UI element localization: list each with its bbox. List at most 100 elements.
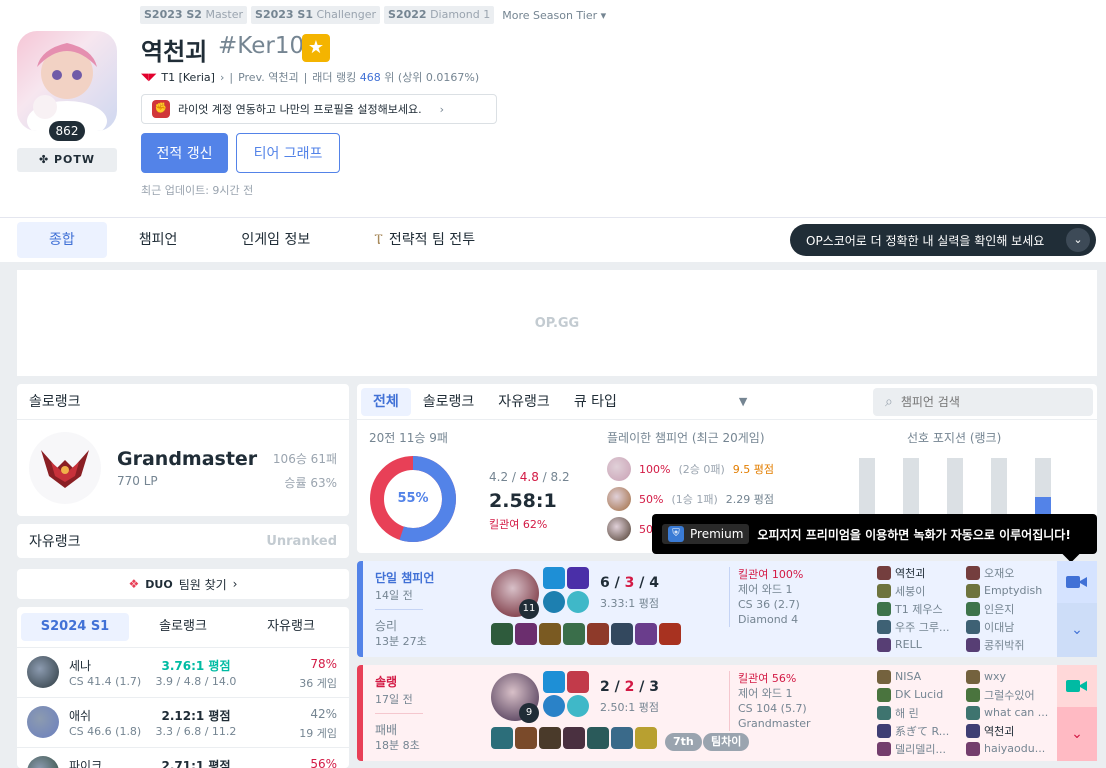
played-champion[interactable]: 100% (2승 0패) 9.5 평점	[607, 457, 774, 481]
player-entry[interactable]: Emptydish	[966, 583, 1042, 598]
video-add-icon[interactable]	[1057, 561, 1097, 603]
ad-banner[interactable]: OP.GG	[17, 270, 1097, 376]
player-entry[interactable]: 역천괴	[877, 565, 949, 580]
champion-kda-detail: 3.9 / 4.8 / 14.0	[155, 675, 237, 688]
player-entry[interactable]: what can ...	[966, 705, 1048, 720]
chevron-right-icon: ›	[439, 102, 445, 116]
player-entry[interactable]: 이대남	[966, 619, 1042, 634]
caret-down-icon: ▾	[600, 8, 607, 22]
season-badge[interactable]: S2023 S2 Master	[140, 6, 248, 24]
player-entry[interactable]: 콩쥐박쥐	[966, 637, 1042, 652]
solo-winrate: 승률 63%	[284, 476, 337, 490]
opscore-banner[interactable]: OP스코어로 더 정확한 내 실력을 확인해 보세요 ⌄	[790, 224, 1096, 256]
last-updated: 최근 업데이트: 9시간 전	[141, 184, 254, 197]
champion-portrait-icon	[966, 583, 980, 598]
team-list: 오재오 Emptydish 인은지이대남콩쥐박쥐	[966, 565, 1042, 652]
player-entry[interactable]: RELL	[877, 637, 949, 652]
champion-portrait-icon	[607, 457, 631, 481]
item-icon	[515, 623, 537, 645]
profile-tabs: 종합 챔피언 인게임 정보 Ⲧ 전략적 팀 전투	[17, 222, 507, 258]
item-icon	[539, 727, 561, 749]
duo-finder-button[interactable]: ❖ DUO 팀원 찾기 ›	[17, 569, 349, 599]
item-icon	[587, 727, 609, 749]
tab-champions[interactable]: 챔피언	[107, 222, 210, 258]
champion-winrate: 78%	[310, 657, 337, 671]
match-kda: 6 / 3 / 4	[600, 575, 659, 591]
champion-name: 애쉬	[69, 709, 92, 723]
team-link[interactable]: T1 [Keria]	[161, 71, 215, 84]
summoner-level: 862	[49, 121, 85, 141]
player-entry[interactable]: 오재오	[966, 565, 1042, 580]
tab-solo[interactable]: 솔로랭크	[129, 613, 237, 641]
tab-queue-type[interactable]: 큐 타입	[562, 388, 629, 416]
played-champions-title: 플레이한 챔피언 (최근 20게임)	[607, 431, 765, 445]
season-stat-tabs: S2024 S1 솔로랭크 자유랭크	[17, 607, 349, 647]
tab-ingame[interactable]: 인게임 정보	[209, 222, 342, 258]
more-season-tier-dropdown[interactable]: More Season Tier ▾	[502, 9, 606, 22]
season-champion-row[interactable]: 애쉬 CS 46.6 (1.8) 2.12:1 평점 3.3 / 6.8 / 1…	[17, 697, 349, 747]
player-entry[interactable]: 세붕이	[877, 583, 949, 598]
premium-badge[interactable]: ⛨ Premium	[662, 524, 750, 544]
player-entry[interactable]: wxy	[966, 669, 1048, 684]
tab-flex[interactable]: 자유랭크	[237, 613, 345, 641]
item-icon	[563, 623, 585, 645]
item-icon	[659, 623, 681, 645]
player-entry[interactable]: 역천괴	[966, 723, 1048, 738]
champion-cs: CS 41.4 (1.7)	[69, 675, 142, 688]
champion-kda: 2.71:1 평점	[161, 759, 231, 768]
solo-rank-title: 솔로랭크	[17, 384, 349, 420]
chevron-right-icon: ›	[232, 577, 238, 591]
champion-winrate: 42%	[310, 707, 337, 721]
ladder-rank[interactable]: 래더 랭킹 468 위 (상위 0.0167%)	[312, 69, 479, 85]
flex-rank-card: 자유랭크 Unranked	[17, 524, 349, 558]
item-icon	[515, 727, 537, 749]
potw-badge[interactable]: ✤ POTW	[17, 148, 117, 172]
flex-status: Unranked	[266, 533, 337, 549]
season-badge[interactable]: S2023 S1 Challenger	[251, 6, 381, 24]
tab-tft[interactable]: Ⲧ 전략적 팀 전투	[342, 222, 507, 258]
tier-graph-button[interactable]: 티어 그래프	[236, 133, 340, 173]
chevron-down-icon[interactable]: ⌄	[1057, 707, 1097, 761]
player-entry[interactable]: 그럴수있어	[966, 687, 1048, 702]
tab-season[interactable]: S2024 S1	[21, 613, 129, 641]
champion-portrait-icon	[877, 637, 891, 652]
champion-portrait-icon	[877, 741, 891, 756]
champion-portrait-icon	[966, 565, 980, 580]
player-entry[interactable]: T1 제우스	[877, 601, 949, 616]
player-entry[interactable]: NISA	[877, 669, 949, 684]
chevron-down-icon[interactable]: ⌄	[1057, 603, 1097, 657]
premium-tooltip: ⛨ Premium 오피지지 프리미엄을 이용하면 녹화가 자동으로 이루어집니다…	[652, 514, 1097, 563]
champion-name: 세나	[69, 659, 92, 673]
champion-search[interactable]: ⌕	[873, 388, 1093, 416]
season-champion-row[interactable]: 파이크 2.71:1 평점 56%	[17, 747, 349, 768]
player-entry[interactable]: 우주 그루...	[877, 619, 949, 634]
chevron-down-icon[interactable]: ⌄	[1066, 228, 1090, 252]
match-card[interactable]: 솔랭 17일 전 패배 18분 8초 9 2 / 2 / 3 2.50:1 평점…	[357, 665, 1097, 761]
player-entry[interactable]: DK Lucid	[877, 687, 949, 702]
season-badge[interactable]: S2022 Diamond 1	[384, 6, 495, 24]
season-champion-row[interactable]: 세나 CS 41.4 (1.7) 3.76:1 평점 3.9 / 4.8 / 1…	[17, 647, 349, 697]
summoner-tag: #Ker10	[218, 33, 305, 59]
player-entry[interactable]: 系ぎて R...	[877, 723, 949, 738]
riot-account-link-banner[interactable]: ✊ 라이엇 계정 연동하고 나만의 프로필을 설정해보세요. ›	[141, 94, 497, 124]
player-entry[interactable]: 델리델리...	[877, 741, 949, 756]
rune-icon	[567, 591, 589, 613]
champion-portrait-icon	[966, 687, 980, 702]
tab-flex-queue[interactable]: 자유랭크	[486, 388, 562, 416]
avg-kda: 4.2 / 4.8 / 8.2	[489, 470, 570, 484]
played-champion[interactable]: 50% (1승 1패) 2.29 평점	[607, 487, 774, 511]
tft-icon: Ⲧ	[374, 232, 383, 248]
refresh-button[interactable]: 전적 갱신	[141, 133, 228, 173]
caret-down-icon[interactable]: ▼	[739, 395, 747, 408]
tab-all[interactable]: 전체	[361, 387, 411, 416]
position-title: 선호 포지션 (랭크)	[907, 431, 1002, 445]
favorite-star-icon[interactable]: ★	[302, 34, 330, 62]
video-icon[interactable]	[1057, 665, 1097, 707]
player-entry[interactable]: haiyaodu...	[966, 741, 1048, 756]
tab-solo-queue[interactable]: 솔로랭크	[411, 388, 487, 416]
match-card[interactable]: 단일 챔피언 14일 전 승리 13분 27초 11 6 / 3 / 4 3.3…	[357, 561, 1097, 657]
champion-search-input[interactable]	[900, 395, 1081, 409]
player-entry[interactable]: 해 린	[877, 705, 949, 720]
player-entry[interactable]: 인은지	[966, 601, 1042, 616]
tab-overview[interactable]: 종합	[17, 222, 107, 258]
